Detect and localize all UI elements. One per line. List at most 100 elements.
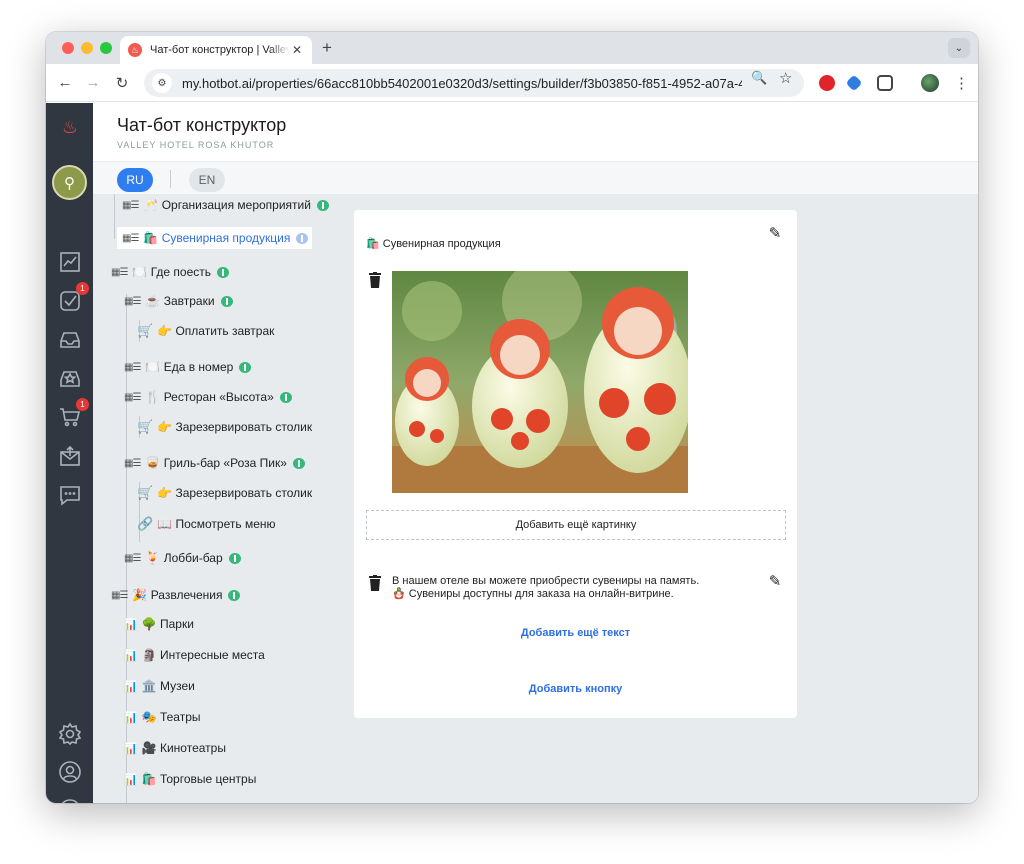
tree-node-cinemas[interactable]: 📊 🎥 Кинотеатры bbox=[124, 737, 226, 759]
text-line-2: 🪆 Сувениры доступны для заказа на онлайн… bbox=[392, 588, 674, 600]
tree-node-places[interactable]: 📊 🗿 Интересные места bbox=[124, 644, 265, 666]
language-en-button[interactable]: EN bbox=[189, 168, 225, 192]
browser-tab[interactable]: ♨ Чат-бот конструктор | Valley ✕ bbox=[120, 36, 312, 64]
text-line-1: В нашем отеле вы можете приобрести сувен… bbox=[392, 575, 700, 587]
reload-icon[interactable]: ↻ bbox=[113, 74, 131, 92]
block-editor-card: 🛍️ Сувенирная продукция ✎ Добавить ещё к… bbox=[354, 210, 797, 718]
address-bar[interactable]: ⚙ my.hotbot.ai/properties/66acc810bb5402… bbox=[144, 69, 804, 97]
block-icon: ▦☰ bbox=[111, 266, 128, 278]
add-text-link[interactable]: Добавить ещё текст bbox=[354, 627, 797, 639]
tree-node-label: 🍴 Ресторан «Высота» bbox=[145, 390, 274, 404]
tree-node-label: 🥂 Организация мероприятий bbox=[143, 198, 311, 212]
block-heading: 🛍️ Сувенирная продукция bbox=[366, 238, 501, 250]
tree-node-museums[interactable]: 📊 🏛️ Музеи bbox=[124, 675, 195, 697]
tree-node-where-to-eat[interactable]: ▦☰ 🍽️ Где поесть bbox=[111, 261, 229, 283]
tab-strip: ♨ Чат-бот конструктор | Valley ✕ + ⌄ bbox=[46, 32, 978, 64]
chart-bars-icon: 📊 bbox=[124, 773, 138, 786]
tree-node-label: 🎭 Театры bbox=[141, 710, 201, 724]
ai-brain-icon[interactable] bbox=[217, 266, 229, 278]
tree-node-reserve-table[interactable]: 🛒 👉 Зарезервировать столик bbox=[137, 416, 312, 438]
ai-brain-icon[interactable] bbox=[228, 589, 241, 601]
maximize-window-button[interactable] bbox=[100, 42, 112, 54]
add-button-link[interactable]: Добавить кнопку bbox=[354, 683, 797, 695]
new-tab-button[interactable]: + bbox=[322, 38, 332, 58]
block-icon: ▦☰ bbox=[122, 232, 139, 244]
zoom-icon[interactable]: 🔍 bbox=[751, 70, 767, 86]
tag-extension-icon[interactable] bbox=[845, 74, 863, 92]
tasks-badge: 1 bbox=[76, 282, 89, 295]
tree-node-malls[interactable]: 📊 🛍️ Торговые центры bbox=[124, 768, 256, 790]
tree-node-entertainment[interactable]: ▦☰ 🎉 Развлечения bbox=[111, 584, 241, 606]
chat-icon[interactable] bbox=[57, 482, 83, 508]
tree-node-label: 🍽️ Где поесть bbox=[132, 265, 211, 279]
cart-icon: 🛒 bbox=[137, 485, 153, 500]
block-icon: ▦☰ bbox=[124, 457, 141, 469]
extensions-puzzle-icon[interactable] bbox=[877, 75, 893, 91]
tasks-icon[interactable]: 1 bbox=[57, 282, 89, 314]
block-icon: ▦☰ bbox=[122, 199, 139, 211]
tab-search-chevron-icon[interactable]: ⌄ bbox=[948, 38, 970, 58]
browser-window: ♨ Чат-бот конструктор | Valley ✕ + ⌄ ← →… bbox=[46, 32, 978, 803]
chart-bars-icon: 📊 bbox=[124, 618, 138, 631]
star-inbox-icon[interactable] bbox=[57, 366, 83, 392]
tab-close-icon[interactable]: ✕ bbox=[290, 43, 304, 57]
trash-icon[interactable] bbox=[368, 575, 382, 591]
tree-node-pay-breakfast[interactable]: 🛒 👉 Оплатить завтрак bbox=[137, 320, 274, 342]
help-icon[interactable] bbox=[57, 797, 83, 803]
profile-avatar[interactable] bbox=[921, 74, 939, 92]
mail-icon[interactable] bbox=[57, 443, 83, 469]
site-settings-icon[interactable]: ⚙ bbox=[152, 73, 172, 93]
tree-node-label: 🌳 Парки bbox=[141, 617, 194, 631]
back-arrow-icon[interactable]: ← bbox=[56, 74, 74, 91]
tree-node-label: 👉 Зарезервировать столик bbox=[157, 486, 313, 500]
tree-node-souvenirs[interactable]: ▦☰ 🛍️ Сувенирная продукция bbox=[117, 227, 313, 249]
tree-node-breakfasts[interactable]: ▦☰ ☕ Завтраки bbox=[124, 290, 233, 312]
tree-node-label: ☕ Завтраки bbox=[145, 294, 215, 308]
language-bar: RU EN bbox=[93, 161, 978, 194]
tree-node-label: 🏛️ Музеи bbox=[141, 679, 195, 693]
edit-heading-icon[interactable]: ✎ bbox=[766, 224, 784, 242]
language-ru-button[interactable]: RU bbox=[117, 168, 153, 192]
forward-arrow-icon[interactable]: → bbox=[84, 74, 102, 91]
block-icon: ▦☰ bbox=[124, 295, 141, 307]
page-header: Чат-бот конструктор VALLEY HOTEL ROSA KH… bbox=[93, 103, 978, 194]
adblock-extension-icon[interactable] bbox=[819, 75, 835, 91]
tree-node-lobby-bar[interactable]: ▦☰ 🍹 Лобби-бар bbox=[124, 547, 241, 569]
minimize-window-button[interactable] bbox=[81, 42, 93, 54]
tree-node-theatres[interactable]: 📊 🎭 Театры bbox=[124, 706, 201, 728]
chart-bars-icon: 📊 bbox=[124, 742, 138, 755]
ai-brain-icon[interactable] bbox=[279, 391, 292, 403]
ai-brain-icon[interactable] bbox=[296, 232, 309, 244]
trash-icon[interactable] bbox=[368, 272, 382, 288]
flame-icon[interactable]: ♨ bbox=[58, 117, 82, 141]
tree-node-view-menu[interactable]: 🔗 📖 Посмотреть меню bbox=[137, 513, 276, 535]
browser-toolbar: ← → ↻ ⚙ my.hotbot.ai/properties/66acc810… bbox=[46, 64, 978, 102]
text-block[interactable]: В нашем отеле вы можете приобрести сувен… bbox=[392, 575, 699, 601]
close-window-button[interactable] bbox=[62, 42, 74, 54]
bookmark-star-icon[interactable]: ☆ bbox=[779, 69, 792, 87]
ai-brain-icon[interactable] bbox=[292, 457, 305, 469]
edit-text-icon[interactable]: ✎ bbox=[766, 572, 784, 590]
cart-icon[interactable]: 1 bbox=[57, 398, 89, 430]
matryoshka-picture bbox=[392, 271, 688, 493]
tree-node-grill-bar[interactable]: ▦☰ 🥃 Гриль-бар «Роза Пик» bbox=[124, 452, 305, 474]
tree-node-restaurant-vysota[interactable]: ▦☰ 🍴 Ресторан «Высота» bbox=[124, 386, 292, 408]
ai-brain-icon[interactable] bbox=[316, 199, 329, 211]
tree-node-events[interactable]: ▦☰ 🥂 Организация мероприятий bbox=[122, 194, 329, 216]
tab-title: Чат-бот конструктор | Valley bbox=[150, 44, 290, 56]
ai-brain-icon[interactable] bbox=[228, 552, 241, 564]
tree-node-label: 🛍️ Сувенирная продукция bbox=[143, 231, 291, 245]
url-text[interactable]: my.hotbot.ai/properties/66acc810bb540200… bbox=[182, 76, 742, 91]
analytics-icon[interactable] bbox=[57, 249, 83, 275]
property-avatar[interactable]: ⚲ bbox=[52, 165, 87, 200]
browser-menu-icon[interactable]: ⋮ bbox=[954, 74, 969, 92]
add-image-button[interactable]: Добавить ещё картинку bbox=[366, 510, 786, 540]
tree-node-room-service[interactable]: ▦☰ 🍽️ Еда в номер bbox=[124, 356, 252, 378]
user-icon[interactable] bbox=[57, 759, 83, 785]
ai-brain-icon[interactable] bbox=[220, 295, 233, 307]
tree-node-parks[interactable]: 📊 🌳 Парки bbox=[124, 613, 194, 635]
tree-node-reserve-table-grill[interactable]: 🛒 👉 Зарезервировать столик bbox=[137, 482, 312, 504]
ai-brain-icon[interactable] bbox=[239, 361, 252, 373]
settings-icon[interactable] bbox=[57, 721, 83, 747]
inbox-icon[interactable] bbox=[57, 327, 83, 353]
